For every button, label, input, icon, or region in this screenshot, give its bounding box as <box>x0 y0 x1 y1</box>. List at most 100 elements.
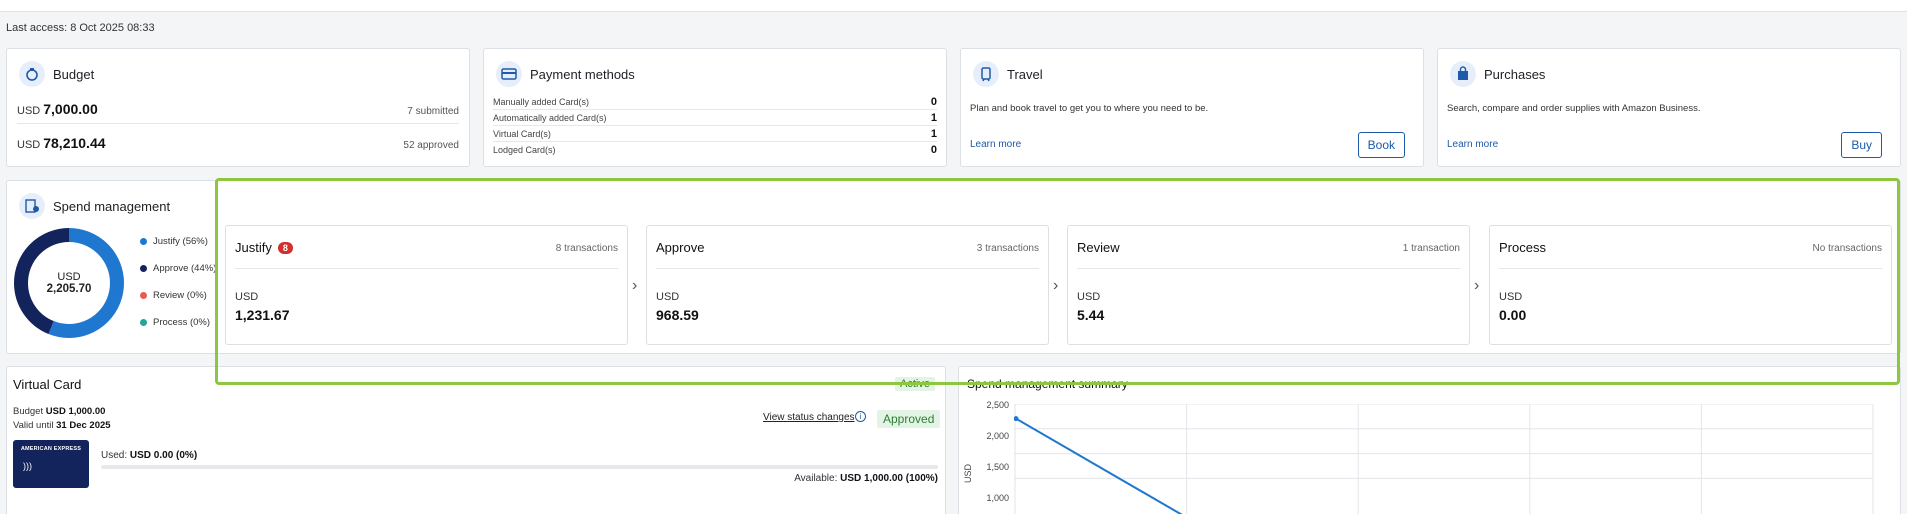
vc-budget-line: Budget USD 1,000.00 <box>13 406 105 417</box>
budget-title: Budget <box>53 66 95 82</box>
donut-total: 2,205.70 <box>46 283 92 295</box>
travel-learn-more-link[interactable]: Learn more <box>970 139 1021 150</box>
divider <box>656 268 1039 269</box>
purchases-learn-more-link[interactable]: Learn more <box>1447 139 1498 150</box>
divider <box>1499 268 1882 269</box>
legend-justify: Justify (56%) <box>140 236 208 247</box>
available-value: USD 1,000.00 (100%) <box>840 473 938 484</box>
stage-name: Justify <box>235 240 272 255</box>
purchases-card: Purchases Search, compare and order supp… <box>1437 48 1901 167</box>
legend-dot <box>140 238 147 245</box>
legend-dot <box>140 319 147 326</box>
budget-icon <box>19 61 45 87</box>
status-badge-active: Active <box>895 377 935 391</box>
stage-name: Approve <box>656 240 705 255</box>
available-line: Available: USD 1,000.00 (100%) <box>794 473 938 484</box>
card-brand: AMERICAN EXPRESS <box>20 446 82 452</box>
y-tick-label: 2,000 <box>986 431 1009 441</box>
stage-count: 1 transaction <box>1402 243 1460 254</box>
currency-label: USD <box>17 139 41 151</box>
stage-process[interactable]: Process No transactions USD 0.00 <box>1489 225 1892 345</box>
travel-title: Travel <box>1007 66 1043 82</box>
budget-submitted-count: 7 submitted <box>407 106 459 117</box>
buy-button[interactable]: Buy <box>1841 132 1882 158</box>
stage-amount: 0.00 <box>1499 307 1527 323</box>
y-tick-label: 2,500 <box>986 400 1009 410</box>
stage-count: 8 transactions <box>555 243 618 254</box>
usage-progress-bar <box>101 465 938 469</box>
payment-methods-title: Payment methods <box>530 66 635 82</box>
used-label: Used: <box>101 450 130 461</box>
pm-label: Virtual Card(s) <box>493 128 551 139</box>
payment-methods-card: Payment methods Manually added Card(s) 0 … <box>483 48 947 167</box>
chevron-right-icon: › <box>1053 277 1059 294</box>
pm-row-lodged: Lodged Card(s) 0 <box>493 142 937 158</box>
stage-amount: 968.59 <box>656 307 699 323</box>
legend-approve: Approve (44%) <box>140 263 216 274</box>
contactless-icon: ))) <box>23 461 32 471</box>
stage-currency: USD <box>235 291 259 303</box>
chevron-right-icon: › <box>632 277 638 294</box>
view-status-changes-link[interactable]: View status changes <box>763 412 855 423</box>
legend-label: Approve (44%) <box>153 263 217 274</box>
chart-title: Spend management summary <box>967 377 1128 391</box>
info-icon[interactable]: i <box>855 411 866 422</box>
spend-donut-chart[interactable]: USD 2,205.70 <box>12 226 126 340</box>
budget-approved-row[interactable]: USD 78,210.44 52 approved <box>17 135 459 151</box>
vc-valid-line: Valid until 31 Dec 2025 <box>13 420 111 431</box>
status-badge-approved: Approved <box>877 410 941 428</box>
pm-label: Manually added Card(s) <box>493 96 590 107</box>
series-line <box>1015 417 1183 514</box>
stage-name: Process <box>1499 240 1546 255</box>
virtual-card-panel <box>6 366 946 514</box>
divider <box>1077 268 1460 269</box>
vc-valid-value: 31 Dec 2025 <box>56 420 111 431</box>
legend-label: Review (0%) <box>153 290 207 301</box>
legend-label: Process (0%) <box>153 317 211 328</box>
vc-budget-value: USD 1,000.00 <box>45 406 106 417</box>
book-button[interactable]: Book <box>1357 132 1405 158</box>
shopping-bag-icon <box>1450 61 1476 87</box>
divider <box>235 268 618 269</box>
available-label: Available: <box>794 473 841 484</box>
legend-review: Review (0%) <box>140 290 207 301</box>
stage-approve[interactable]: Approve 3 transactions USD 968.59 <box>646 225 1049 345</box>
pm-label: Automatically added Card(s) <box>493 112 607 123</box>
budget-approved-amount: 78,210.44 <box>43 135 106 151</box>
pm-value: 1 <box>930 111 937 124</box>
notification-badge: 8 <box>277 241 293 254</box>
pm-value: 0 <box>930 144 937 156</box>
legend-label: Justify (56%) <box>153 236 208 247</box>
pm-row-automatic: Automatically added Card(s) 1 <box>493 110 937 126</box>
budget-submitted-amount: 7,000.00 <box>43 101 98 117</box>
pm-value: 1 <box>930 127 937 140</box>
stage-review[interactable]: Review 1 transaction USD 5.44 <box>1067 225 1470 345</box>
stage-count: No transactions <box>1812 243 1882 254</box>
legend-process: Process (0%) <box>140 317 210 328</box>
legend-dot <box>140 265 147 272</box>
spend-summary-chart <box>1014 404 1874 514</box>
stage-justify[interactable]: Justify 8 8 transactions USD 1,231.67 <box>225 225 628 345</box>
donut-center: USD 2,205.70 <box>12 226 126 340</box>
travel-card: Travel Plan and book travel to get you t… <box>960 48 1424 167</box>
stage-count: 3 transactions <box>976 243 1039 254</box>
budget-approved-count: 52 approved <box>403 140 459 151</box>
y-tick-label: 1,000 <box>986 493 1009 503</box>
currency-label: USD <box>17 105 41 117</box>
stage-amount: 1,231.67 <box>235 307 290 323</box>
travel-description: Plan and book travel to get you to where… <box>970 103 1209 114</box>
purchases-title: Purchases <box>1484 66 1546 82</box>
stage-amount: 5.44 <box>1077 307 1105 323</box>
used-line: Used: USD 0.00 (0%) <box>101 450 197 461</box>
virtual-card-title: Virtual Card <box>13 377 82 392</box>
y-axis-label: USD <box>963 463 973 483</box>
pm-value: 0 <box>930 95 937 108</box>
stage-currency: USD <box>656 291 680 303</box>
top-bar <box>0 0 1907 12</box>
pm-row-virtual: Virtual Card(s) 1 <box>493 126 937 142</box>
vc-valid-label: Valid until <box>13 420 57 431</box>
budget-submitted-row[interactable]: USD 7,000.00 7 submitted <box>17 101 459 117</box>
last-access-text: Last access: 8 Oct 2025 08:33 <box>6 22 155 34</box>
stage-currency: USD <box>1077 291 1101 303</box>
budget-card: Budget USD 7,000.00 7 submitted USD 78,210… <box>6 48 470 167</box>
